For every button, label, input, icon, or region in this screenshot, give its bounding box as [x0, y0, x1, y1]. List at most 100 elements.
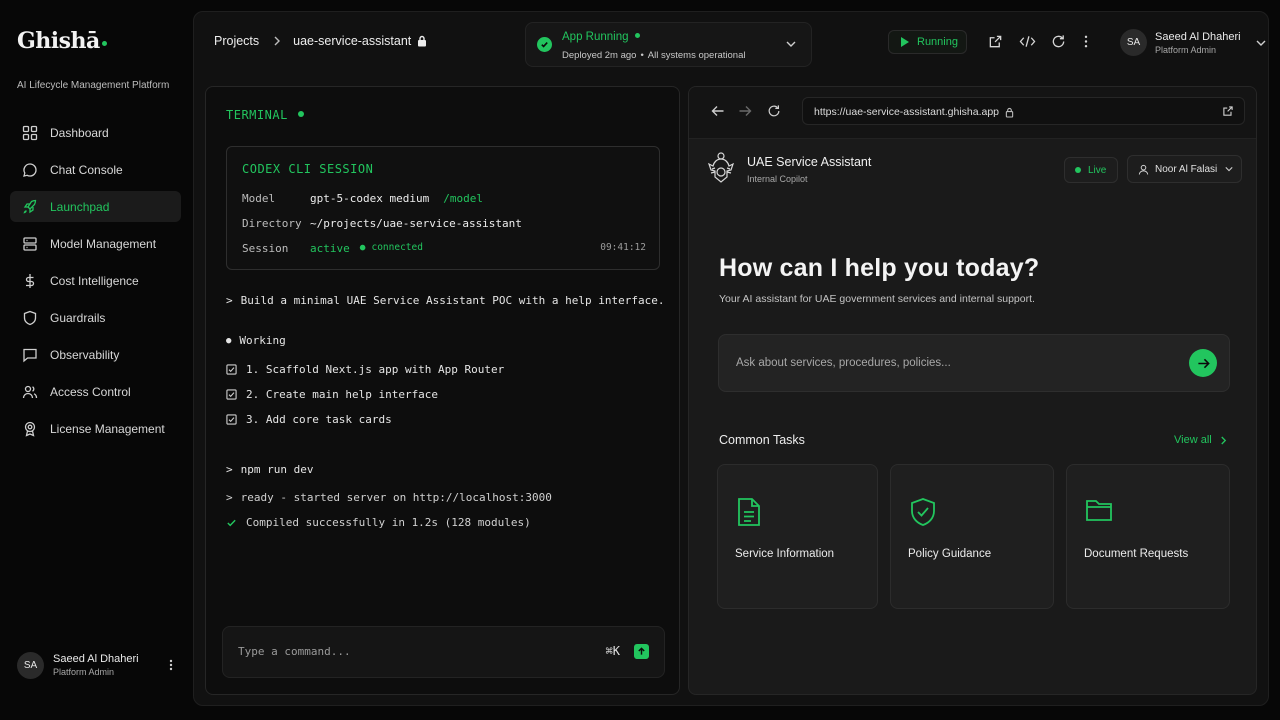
task-card-service-information[interactable]: Service Information — [717, 464, 878, 609]
terminal-panel: TERMINAL CODEX CLI SESSION Model gpt-5-c… — [205, 86, 680, 695]
sidebar-item-license-management[interactable]: License Management — [10, 413, 181, 444]
task-card-policy-guidance[interactable]: Policy Guidance — [890, 464, 1054, 609]
check-icon — [227, 519, 236, 527]
sidebar-item-model-management[interactable]: Model Management — [10, 228, 181, 259]
output-compiled: Compiled successfully in 1.2s (128 modul… — [226, 516, 531, 529]
ask-input[interactable]: Ask about services, procedures, policies… — [736, 335, 951, 391]
preview-panel: https://uae-service-assistant.ghisha.app… — [688, 86, 1257, 695]
play-icon — [901, 37, 909, 47]
database-icon — [23, 236, 37, 251]
user-dropdown[interactable]: Noor Al Falasi — [1127, 155, 1242, 183]
sidebar-item-label: Launchpad — [50, 199, 110, 214]
sidebar-item-observability[interactable]: Observability — [10, 339, 181, 370]
running-label: Running — [917, 36, 958, 48]
top-user-menu[interactable]: SA Saeed Al Dhaheri Platform Admin — [1120, 29, 1267, 56]
more-vertical-icon[interactable] — [1083, 34, 1089, 49]
sidebar-nav: Dashboard Chat Console Launchpad Model M… — [10, 117, 181, 450]
user-dropdown-label: Noor Al Falasi — [1155, 163, 1218, 175]
breadcrumb-projects[interactable]: Projects — [214, 34, 259, 48]
checkbox-checked-icon — [226, 364, 237, 375]
ask-send-button[interactable] — [1189, 349, 1217, 377]
task-item: 3. Add core task cards — [226, 413, 392, 426]
session-status-row: Session active ● connected 09:41:12 — [242, 242, 646, 255]
avatar: SA — [1120, 29, 1147, 56]
view-all-link[interactable]: View all — [1174, 434, 1227, 446]
command-input-box[interactable]: Type a command... ⌘K — [222, 626, 665, 678]
session-time: 09:41:12 — [600, 242, 646, 253]
breadcrumb-project[interactable]: uae-service-assistant — [293, 34, 411, 48]
sidebar-item-access-control[interactable]: Access Control — [10, 376, 181, 407]
command-input[interactable]: Type a command... — [238, 627, 351, 677]
sidebar-item-guardrails[interactable]: Guardrails — [10, 302, 181, 333]
breadcrumb: Projects uae-service-assistant — [214, 34, 427, 48]
user-name: Saeed Al Dhaheri — [1155, 30, 1241, 43]
session-directory-row: Directory ~/projects/uae-service-assista… — [242, 217, 522, 230]
hero-title: How can I help you today? — [719, 254, 1040, 282]
more-vertical-icon[interactable] — [165, 658, 177, 672]
shortcut-hint: ⌘K — [605, 644, 620, 658]
grid-icon — [22, 125, 38, 140]
document-icon — [738, 498, 760, 526]
sidebar-item-label: Dashboard — [50, 125, 109, 140]
user-role: Platform Admin — [53, 667, 115, 677]
external-link-icon[interactable] — [1222, 105, 1234, 117]
chevron-down-icon — [1225, 167, 1233, 172]
user-name: Saeed Al Dhaheri — [53, 653, 139, 665]
command-line: > npm run dev — [226, 463, 314, 476]
arrow-up-icon — [638, 647, 645, 655]
external-link-icon[interactable] — [988, 34, 1003, 49]
app-header: UAE Service Assistant Internal Copilot L… — [689, 139, 1256, 199]
main-panel: Projects uae-service-assistant App Runni… — [193, 11, 1269, 706]
sidebar-item-label: Observability — [50, 347, 120, 362]
running-button[interactable]: Running — [888, 30, 967, 54]
sidebar-item-dashboard[interactable]: Dashboard — [10, 117, 181, 148]
sidebar-item-label: License Management — [50, 421, 165, 436]
award-icon — [24, 421, 36, 437]
task-card-label: Service Information — [735, 548, 835, 560]
arrow-left-icon[interactable] — [711, 104, 725, 118]
ask-input-box[interactable]: Ask about services, procedures, policies… — [718, 334, 1230, 392]
arrow-right-icon[interactable] — [738, 104, 752, 118]
sidebar-item-launchpad[interactable]: Launchpad — [10, 191, 181, 222]
refresh-icon[interactable] — [767, 104, 781, 118]
folder-icon — [1086, 500, 1112, 521]
checkbox-checked-icon — [226, 414, 237, 425]
task-card-document-requests[interactable]: Document Requests — [1066, 464, 1230, 609]
lock-icon — [1005, 107, 1014, 118]
checkbox-checked-icon — [226, 389, 237, 400]
app-title: UAE Service Assistant — [747, 155, 872, 169]
message-square-icon — [23, 348, 37, 362]
uae-emblem-icon — [707, 152, 735, 183]
users-icon — [22, 385, 38, 398]
app-status-dropdown[interactable]: App Running Deployed 2m ago • All systems … — [525, 22, 812, 67]
url-text: https://uae-service-assistant.ghisha.app — [814, 106, 1000, 118]
common-tasks-title: Common Tasks — [719, 433, 805, 447]
url-bar[interactable]: https://uae-service-assistant.ghisha.app — [802, 97, 1245, 125]
sidebar-item-label: Guardrails — [50, 310, 106, 325]
sidebar-item-cost-intelligence[interactable]: Cost Intelligence — [10, 265, 181, 296]
session-card: CODEX CLI SESSION Model gpt-5-codex medi… — [226, 146, 660, 270]
chevron-right-icon — [1221, 436, 1226, 444]
working-status: ● Working — [226, 334, 286, 347]
sidebar-user[interactable]: SA Saeed Al Dhaheri Platform Admin — [17, 651, 177, 679]
sidebar-item-label: Access Control — [50, 384, 131, 399]
shield-icon — [23, 310, 37, 325]
lock-icon — [418, 35, 427, 47]
sidebar-item-label: Chat Console — [50, 162, 123, 177]
arrow-right-icon — [1197, 358, 1210, 368]
brand-logo[interactable]: Ghishā — [17, 28, 107, 54]
sidebar-item-label: Model Management — [50, 236, 157, 251]
sidebar-item-label: Cost Intelligence — [50, 273, 139, 288]
chevron-right-icon — [274, 36, 281, 46]
model-command[interactable]: /model — [443, 192, 483, 205]
send-command-button[interactable] — [634, 644, 649, 659]
code-icon[interactable] — [1019, 34, 1036, 49]
shield-check-icon — [911, 498, 935, 526]
app-subtitle: Internal Copilot — [747, 174, 808, 184]
sidebar-item-chat-console[interactable]: Chat Console — [10, 154, 181, 185]
live-badge: Live — [1064, 157, 1118, 183]
brand-tagline: AI Lifecycle Management Platform — [17, 80, 170, 91]
chat-bubble-icon — [23, 162, 37, 177]
prompt-line: > Build a minimal UAE Service Assistant P… — [226, 294, 665, 307]
refresh-icon[interactable] — [1051, 34, 1066, 49]
